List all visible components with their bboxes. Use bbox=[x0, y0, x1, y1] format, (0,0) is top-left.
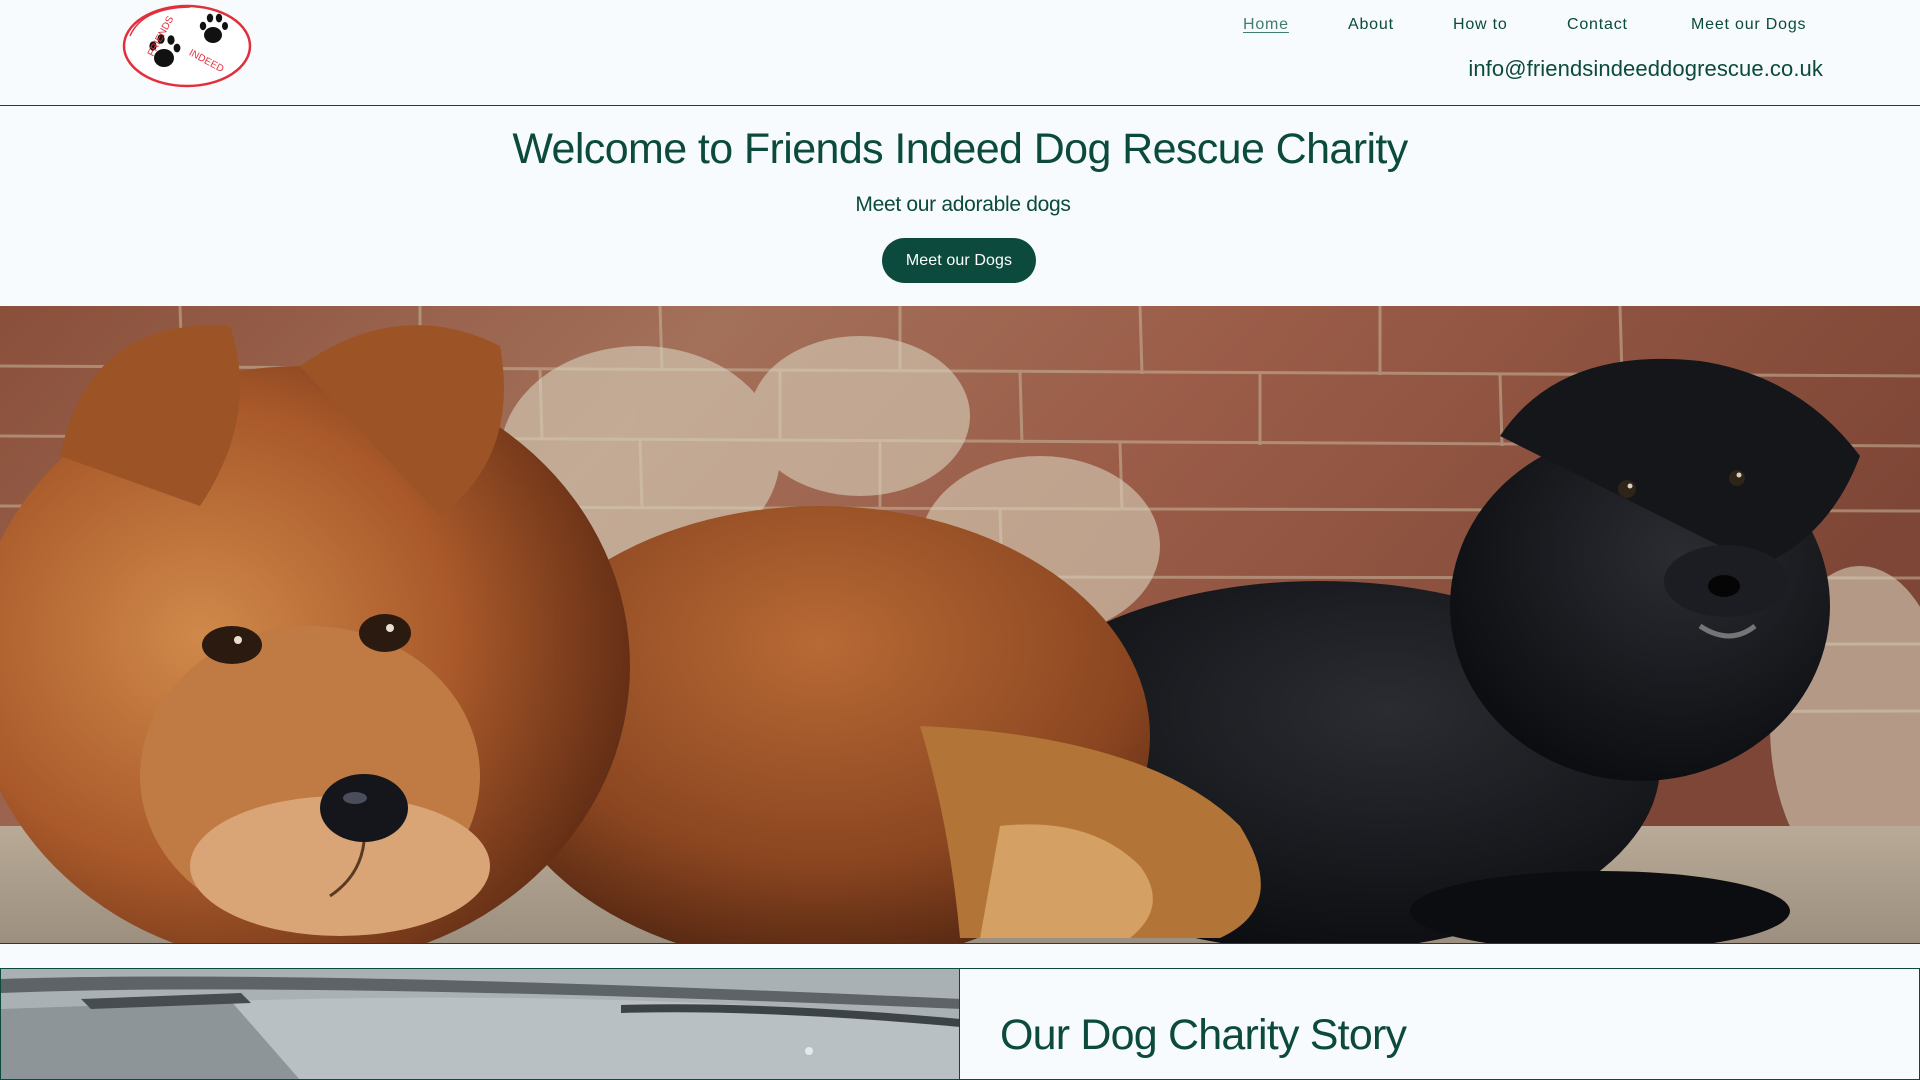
story-image bbox=[0, 968, 960, 1080]
nav-meet-our-dogs[interactable]: Meet our Dogs bbox=[1691, 12, 1806, 38]
contact-email-link[interactable]: info@friendsindeeddogrescue.co.uk bbox=[1468, 54, 1823, 84]
story-title: Our Dog Charity Story bbox=[1000, 1011, 1407, 1059]
main-nav: Home About How to Contact Meet our Dogs bbox=[0, 12, 1920, 38]
story-panel: Our Dog Charity Story bbox=[959, 968, 1920, 1080]
hero-subtitle: Meet our adorable dogs bbox=[855, 193, 1071, 216]
hero-dogs-image bbox=[0, 306, 1920, 944]
nav-about[interactable]: About bbox=[1348, 12, 1394, 38]
page-title: Welcome to Friends Indeed Dog Rescue Cha… bbox=[512, 125, 1408, 173]
nav-home[interactable]: Home bbox=[1243, 12, 1289, 38]
meet-our-dogs-button[interactable]: Meet our Dogs bbox=[882, 238, 1036, 283]
nav-contact[interactable]: Contact bbox=[1567, 12, 1628, 38]
site-header: FRIENDS INDEED Home About How to Contact… bbox=[0, 0, 1920, 106]
nav-how-to[interactable]: How to bbox=[1453, 12, 1508, 38]
story-section: Our Dog Charity Story bbox=[0, 968, 1920, 1080]
